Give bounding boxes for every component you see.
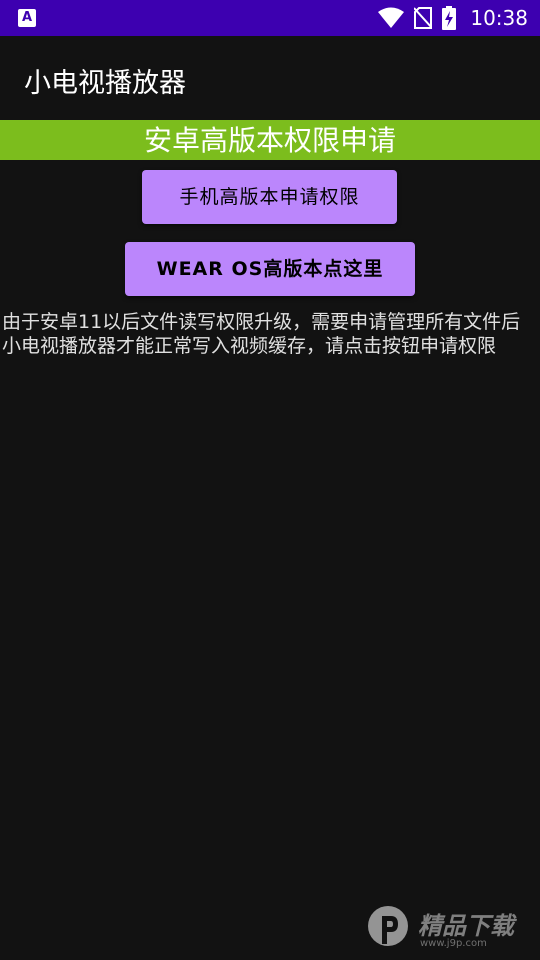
wear-os-permission-button[interactable]: WEAR OS高版本点这里 — [125, 242, 415, 296]
no-sim-icon — [414, 7, 433, 29]
status-bar: A 10:38 — [0, 0, 540, 36]
watermark-logo-icon — [368, 906, 408, 946]
app-notification-icon: A — [18, 9, 36, 27]
phone-permission-button[interactable]: 手机高版本申请权限 — [142, 170, 397, 224]
watermark-url: www.j9p.com — [420, 938, 487, 949]
app-bar: 小电视播放器 — [0, 36, 540, 120]
permission-description: 由于安卓11以后文件读写权限升级，需要申请管理所有文件后小电视播放器才能正常写入… — [2, 311, 521, 357]
watermark: 精品下载 www.j9p.com — [364, 900, 534, 956]
status-icons: 10:38 — [378, 0, 528, 36]
battery-charging-icon — [442, 6, 457, 30]
permission-banner: 安卓高版本权限申请 — [0, 120, 540, 160]
wifi-icon — [378, 7, 405, 28]
clock: 10:38 — [470, 6, 528, 30]
app-title: 小电视播放器 — [24, 68, 186, 99]
watermark-text: 精品下载 — [418, 912, 514, 940]
